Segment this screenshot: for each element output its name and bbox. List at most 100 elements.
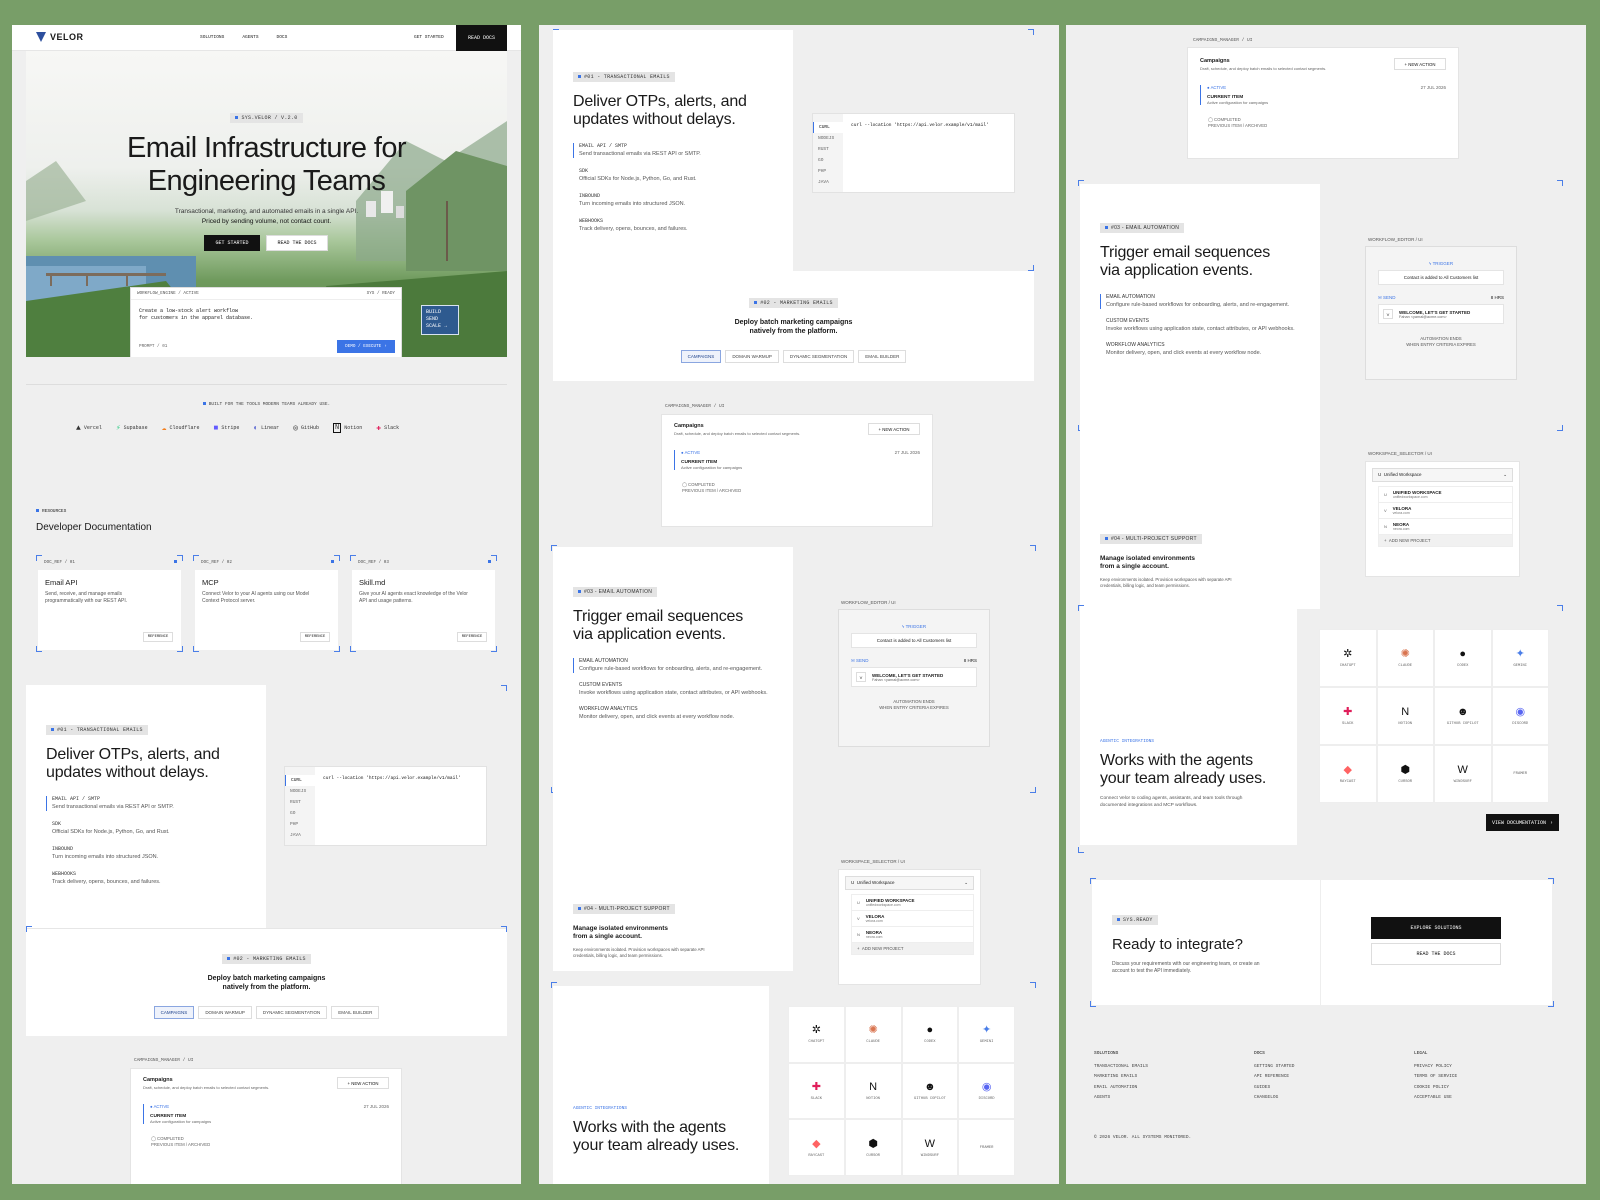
agent-github-copilot[interactable]: ☻ GITHUB COPILOT xyxy=(901,1062,959,1120)
tab-java[interactable]: JAVA xyxy=(285,830,315,841)
agent-cursor[interactable]: ⬢ CURSOR xyxy=(844,1119,902,1176)
tab-php[interactable]: PHP xyxy=(813,166,843,177)
agent-slack[interactable]: ✚ SLACK xyxy=(1319,687,1377,745)
code-snippet[interactable]: curl --location 'https://api.velor.examp… xyxy=(843,114,997,192)
agent-windsurf[interactable]: W WINDSURF xyxy=(1434,745,1492,803)
tab-campaigns[interactable]: CAMPAIGNS xyxy=(680,350,722,363)
agent-gemini[interactable]: ✦ GEMINI xyxy=(1491,629,1549,687)
view-documentation-button[interactable]: VIEW DOCUMENTATION › xyxy=(1486,814,1559,831)
agent-windsurf[interactable]: W WINDSURF xyxy=(901,1119,959,1176)
agent-raycast[interactable]: ◆ RAYCAST xyxy=(1319,745,1377,803)
agent-chatgpt[interactable]: ✲ CHATGPT xyxy=(1319,629,1377,687)
workspace-dropdown[interactable]: U Unified Workspace ⌄ xyxy=(1372,468,1513,482)
read-the-docs-button[interactable]: READ THE DOCS xyxy=(1371,943,1501,965)
tab-curl[interactable]: CURL xyxy=(813,122,843,133)
footer-link[interactable]: COOKIE POLICY xyxy=(1414,1083,1534,1094)
workspace-dropdown[interactable]: U Unified Workspace ⌄ xyxy=(845,876,974,890)
agent-raycast[interactable]: ◆ RAYCAST xyxy=(788,1119,845,1176)
tab-dynamic-segmentation[interactable]: DYNAMIC SEGMENTATION xyxy=(255,1006,328,1019)
tab-nodejs[interactable]: NODEJS xyxy=(285,786,315,797)
list-item[interactable]: N NEORA neora.com xyxy=(1379,519,1512,535)
demo-execute-button[interactable]: DEMO / EXECUTE › xyxy=(337,340,395,353)
agent-codex[interactable]: ● CODEX xyxy=(901,1006,959,1063)
trigger-node[interactable]: Contact is added to All Customers list xyxy=(851,633,977,648)
active-campaign-row[interactable]: ● ACTIVE 27 JUL 2026 CURRENT ITEM Active… xyxy=(143,1104,389,1124)
footer-link[interactable]: AGENTS xyxy=(1094,1093,1254,1104)
completed-row[interactable]: ◯ COMPLETED PREVIOUS ITEM / ARCHIVED xyxy=(143,1136,389,1147)
reference-button[interactable]: REFERENCE xyxy=(457,632,487,642)
footer-link[interactable]: GUIDES xyxy=(1254,1083,1414,1094)
agent-claude[interactable]: ✺ CLAUDE xyxy=(1376,629,1434,687)
agent-discord[interactable]: ◉ DISCORD xyxy=(1491,687,1549,745)
footer-link[interactable]: TERMS OF SERVICE xyxy=(1414,1072,1534,1083)
agent-cursor[interactable]: ⬢ CURSOR xyxy=(1376,745,1434,803)
agent-discord[interactable]: ◉ DISCORD xyxy=(958,1062,1015,1120)
tab-java[interactable]: JAVA xyxy=(813,177,843,188)
reference-button[interactable]: REFERENCE xyxy=(300,632,330,642)
agent-chatgpt[interactable]: ✲ CHATGPT xyxy=(788,1006,845,1063)
list-item[interactable]: V VELORA velora.com xyxy=(852,911,973,927)
tab-curl[interactable]: CURL xyxy=(285,775,315,786)
agent-gemini[interactable]: ✦ GEMINI xyxy=(958,1006,1015,1063)
tab-dynamic-segmentation[interactable]: DYNAMIC SEGMENTATION xyxy=(782,350,855,363)
nav-read-docs-button[interactable]: READ DOCS xyxy=(456,25,507,51)
completed-row[interactable]: ◯ COMPLETED PREVIOUS ITEM / ARCHIVED xyxy=(674,482,920,493)
hero-read-docs-button[interactable]: READ THE DOCS xyxy=(266,235,328,251)
trigger-node[interactable]: Contact is added to All Customers list xyxy=(1378,270,1504,285)
new-action-button[interactable]: + NEW ACTION xyxy=(337,1077,389,1089)
agent-notion[interactable]: N NOTION xyxy=(844,1062,902,1120)
footer-link[interactable]: MARKETING EMAILS xyxy=(1094,1072,1254,1083)
footer-link[interactable]: EMAIL AUTOMATION xyxy=(1094,1083,1254,1094)
new-action-button[interactable]: + NEW ACTION xyxy=(1394,58,1446,70)
nav-docs[interactable]: DOCS xyxy=(277,35,288,40)
list-item[interactable]: U UNIFIED WORKSPACE unifiedworkspace.com xyxy=(852,895,973,911)
list-item[interactable]: V VELORA velora.com xyxy=(1379,503,1512,519)
doc-card-skill[interactable]: DOC_REF / 03 Skill.md Give your AI agent… xyxy=(350,555,497,652)
active-campaign-row[interactable]: ● ACTIVE 27 JUL 2026 CURRENT ITEM Active… xyxy=(674,450,920,470)
footer-link[interactable]: CHANGELOG xyxy=(1254,1093,1414,1104)
footer-link[interactable]: API REFERENCE xyxy=(1254,1072,1414,1083)
list-item[interactable]: U UNIFIED WORKSPACE unifiedworkspace.com xyxy=(1379,487,1512,503)
tab-go[interactable]: GO xyxy=(813,155,843,166)
footer-link[interactable]: ACCEPTABLE USE xyxy=(1414,1093,1534,1104)
agent-claude[interactable]: ✺ CLAUDE xyxy=(844,1006,902,1063)
reference-button[interactable]: REFERENCE xyxy=(143,632,173,642)
doc-card-mcp[interactable]: DOC_REF / 02 MCP Connect Velor to your A… xyxy=(193,555,340,652)
tab-domain-warmup[interactable]: DOMAIN WARMUP xyxy=(198,1006,252,1019)
tab-email-builder[interactable]: EMAIL BUILDER xyxy=(331,1006,380,1019)
logo[interactable]: VELOR xyxy=(36,32,84,42)
email-node[interactable]: V WELCOME, LET'S GET STARTED Fahan <yamal… xyxy=(1378,304,1504,324)
footer-link[interactable]: TRANSACTIONAL EMAILS xyxy=(1094,1062,1254,1073)
explore-solutions-button[interactable]: EXPLORE SOLUTIONS xyxy=(1371,917,1501,939)
nav-agents[interactable]: AGENTS xyxy=(242,35,258,40)
agent-notion[interactable]: N NOTION xyxy=(1376,687,1434,745)
tab-campaigns[interactable]: CAMPAIGNS xyxy=(153,1006,195,1019)
agent-github-copilot[interactable]: ☻ GITHUB COPILOT xyxy=(1434,687,1492,745)
footer-link[interactable]: GETTING STARTED xyxy=(1254,1062,1414,1073)
tab-email-builder[interactable]: EMAIL BUILDER xyxy=(858,350,907,363)
agent-slack[interactable]: ✚ SLACK xyxy=(788,1062,845,1120)
add-project-button[interactable]: + ADD NEW PROJECT xyxy=(1379,535,1512,546)
tab-nodejs[interactable]: NODEJS xyxy=(813,133,843,144)
tab-php[interactable]: PHP xyxy=(285,819,315,830)
active-campaign-row[interactable]: ● ACTIVE 27 JUL 2026 CURRENT ITEM Active… xyxy=(1200,85,1446,105)
footer-link[interactable]: PRIVACY POLICY xyxy=(1414,1062,1534,1073)
agent-framer[interactable]: FRAMER xyxy=(958,1119,1015,1176)
tab-rust[interactable]: RUST xyxy=(285,797,315,808)
email-node[interactable]: V WELCOME, LET'S GET STARTED Fahan <yamal… xyxy=(851,667,977,687)
tab-go[interactable]: GO xyxy=(285,808,315,819)
nav-solutions[interactable]: SOLUTIONS xyxy=(200,35,224,40)
add-project-button[interactable]: + ADD NEW PROJECT xyxy=(852,943,973,954)
agent-codex[interactable]: ● CODEX xyxy=(1434,629,1492,687)
new-action-button[interactable]: + NEW ACTION xyxy=(868,423,920,435)
nav-get-started[interactable]: GET STARTED xyxy=(414,35,444,40)
code-snippet[interactable]: curl --location 'https://api.velor.examp… xyxy=(315,767,469,845)
workflow-prompt-text[interactable]: Create a low-stock alert workflow for cu… xyxy=(131,300,401,330)
tab-rust[interactable]: RUST xyxy=(813,144,843,155)
list-item[interactable]: N NEORA neora.com xyxy=(852,927,973,943)
completed-row[interactable]: ◯ COMPLETED PREVIOUS ITEM / ARCHIVED xyxy=(1200,117,1446,128)
tab-domain-warmup[interactable]: DOMAIN WARMUP xyxy=(725,350,779,363)
agent-framer[interactable]: FRAMER xyxy=(1491,745,1549,803)
hero-get-started-button[interactable]: GET STARTED xyxy=(204,235,260,251)
doc-card-email-api[interactable]: DOC_REF / 01 Email API Send, receive, an… xyxy=(36,555,183,652)
